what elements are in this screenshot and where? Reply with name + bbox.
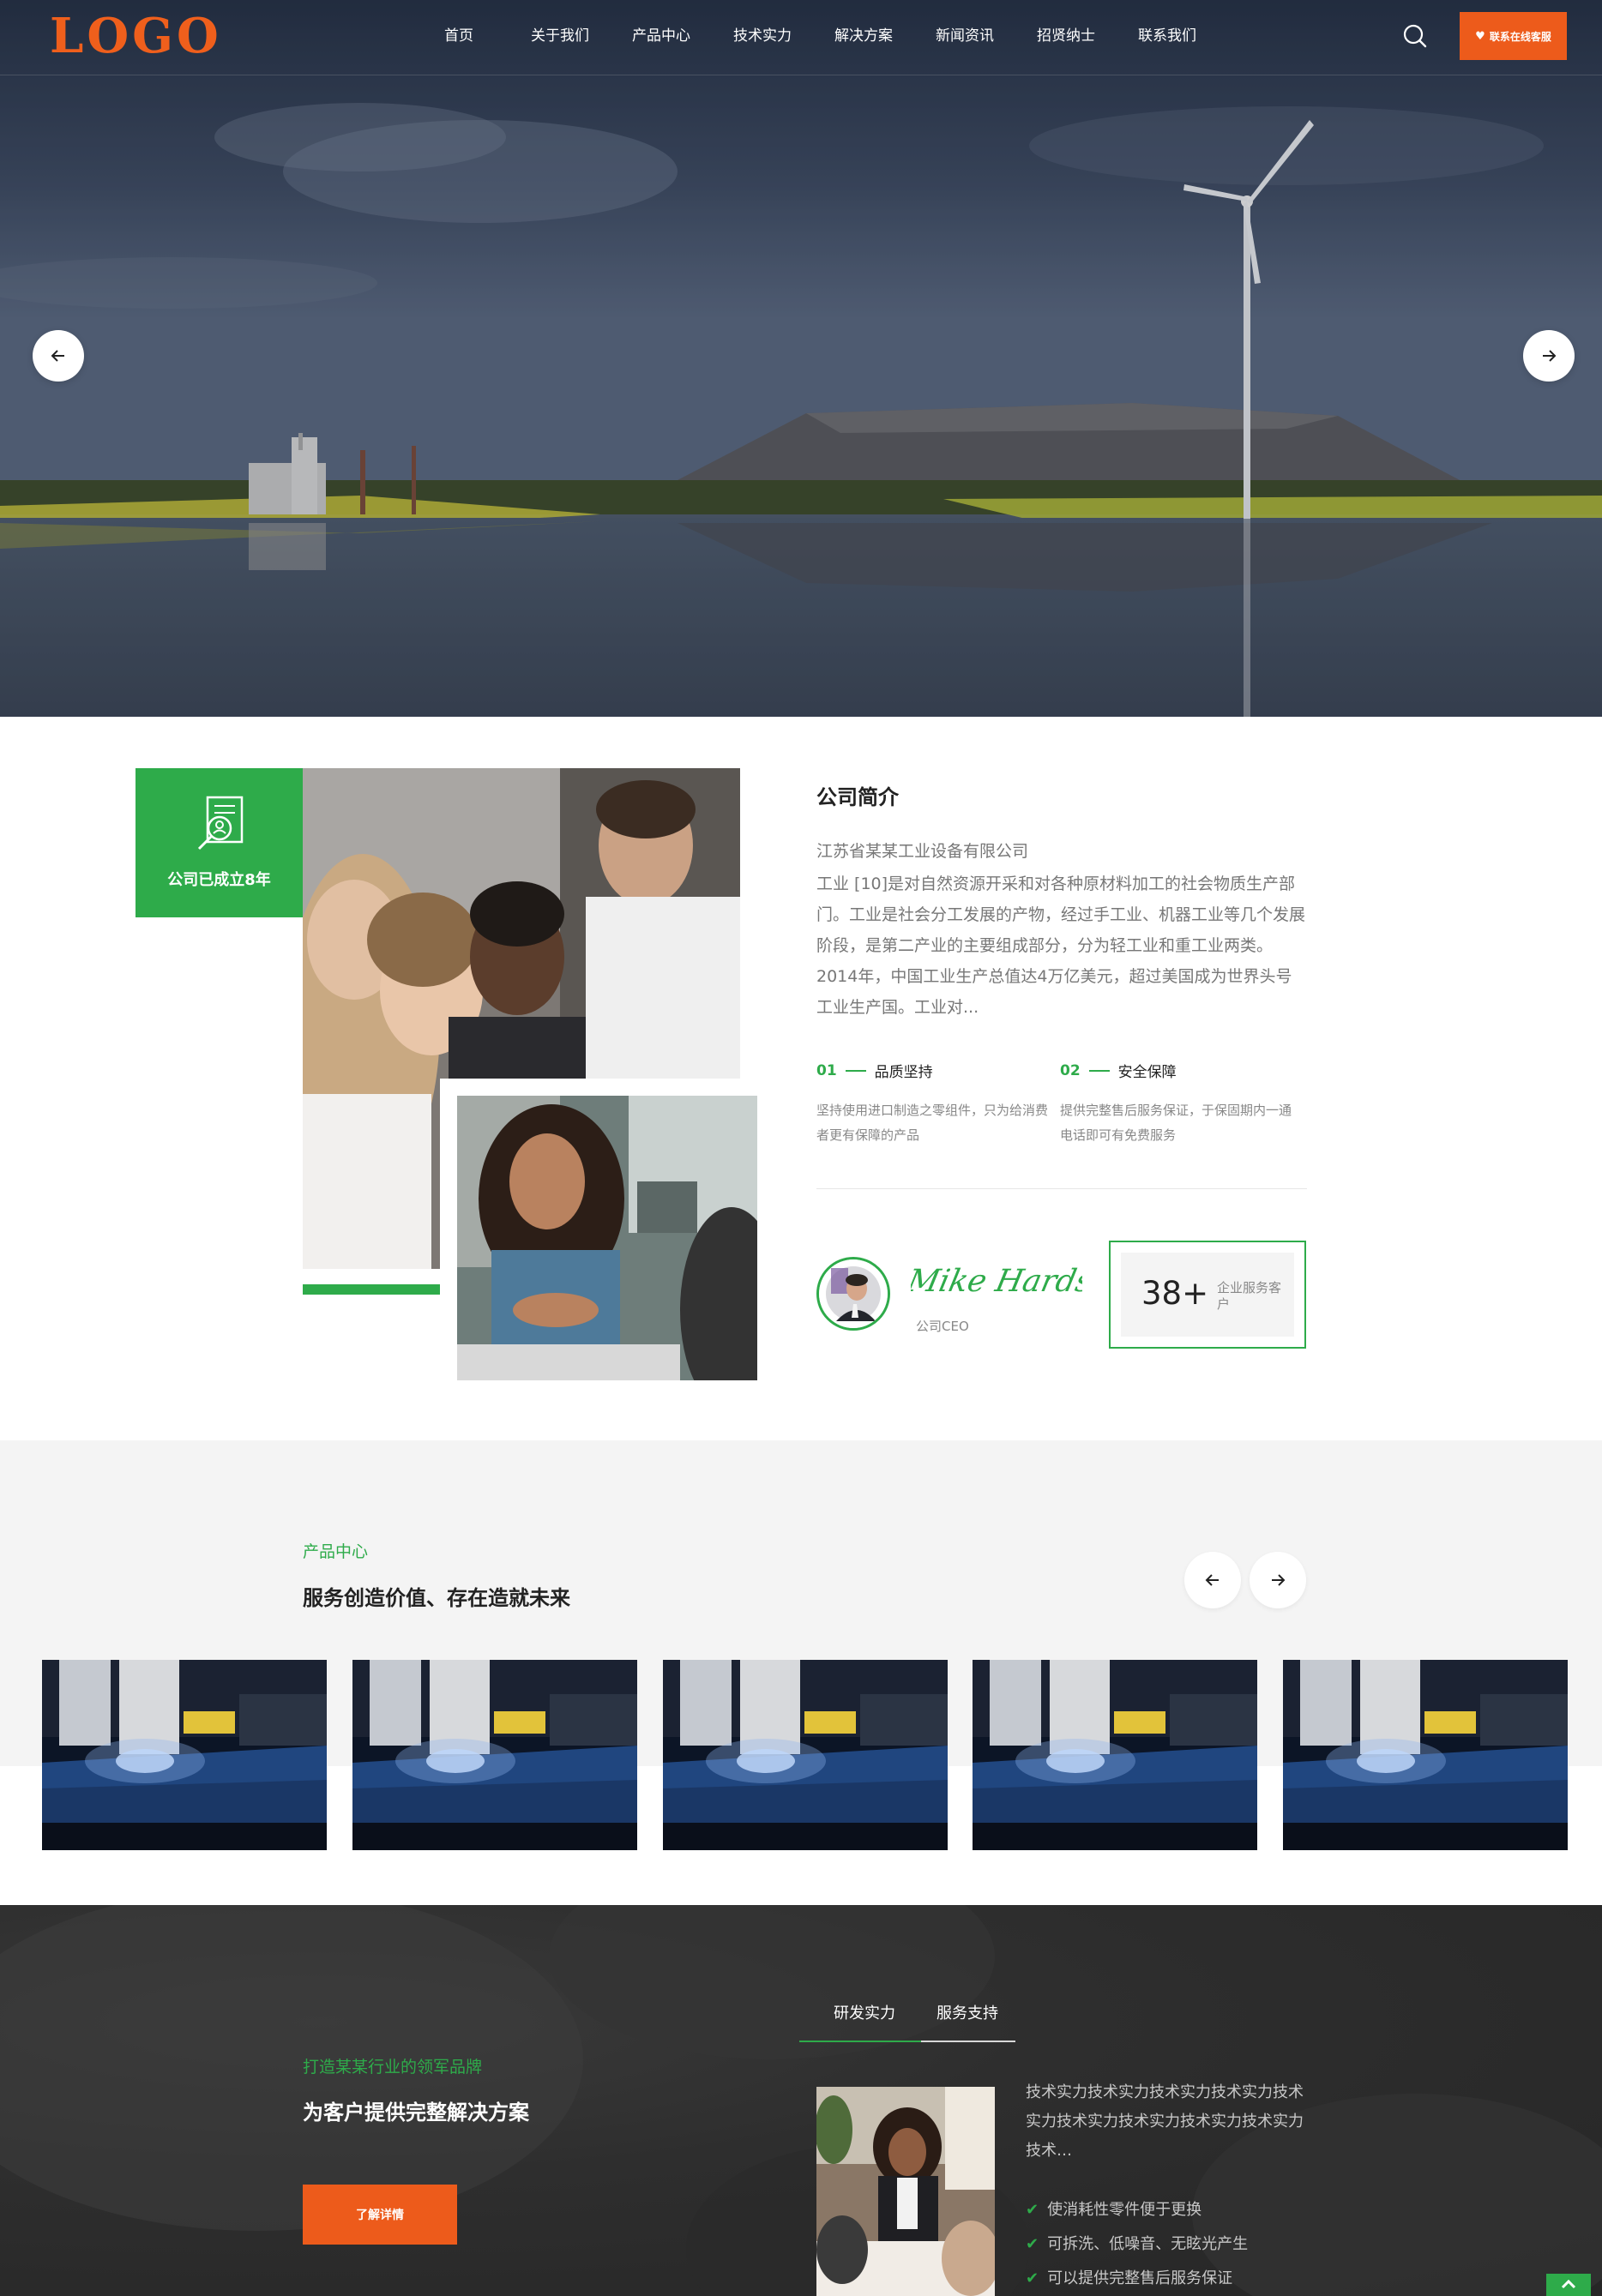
nav-item-about[interactable]: 关于我们 <box>509 21 611 51</box>
product-card[interactable] <box>352 1660 637 1850</box>
about-company-name: 江苏省某某工业设备有限公司 <box>816 842 1029 861</box>
search-button[interactable] <box>1400 21 1430 51</box>
product-card[interactable] <box>973 1660 1257 1850</box>
nav-item-technology[interactable]: 技术实力 <box>712 21 813 51</box>
feature-description: 坚持使用进口制造之零组件，只为给消费者更有保障的产品 <box>816 1103 1049 1143</box>
chevron-up-icon <box>1561 2279 1576 2289</box>
certificate-icon <box>197 796 244 850</box>
client-stat-label: 企业服务客户 <box>1217 1280 1282 1312</box>
nav-item-solutions[interactable]: 解决方案 <box>813 21 914 51</box>
feature-quality: 01 品质坚持 坚持使用进口制造之零组件，只为给消费者更有保障的产品 <box>816 1060 1057 1148</box>
years-badge-text: 公司已成立8年 <box>167 871 271 889</box>
feature-title: 品质坚持 <box>874 1064 933 1081</box>
ceo-avatar <box>816 1257 890 1331</box>
hero-banner <box>0 0 1602 717</box>
list-item: ✔ 可以提供完整售后服务保证 <box>1026 2262 1248 2296</box>
woman-photo <box>457 1096 757 1380</box>
ceo-signature-text: Mike Hardson <box>911 1262 1082 1299</box>
product-card[interactable] <box>1283 1660 1568 1850</box>
solutions-text: 技术实力技术实力技术实力技术实力技术实力技术实力技术实力技术实力技术实力技术… <box>1026 2083 1304 2160</box>
feature-dash <box>845 1069 866 1072</box>
about-title: 公司简介 <box>816 785 899 809</box>
products-next-button[interactable] <box>1250 1552 1306 1608</box>
check-icon: ✔ <box>1026 2235 1039 2253</box>
arrow-right-icon <box>1543 350 1557 362</box>
products-subtitle: 产品中心 <box>303 1542 369 1561</box>
online-service-label: 联系在线客服 <box>1489 30 1551 43</box>
ceo-signature: Mike Hardson <box>911 1262 1082 1299</box>
feature-number: 01 <box>816 1061 837 1079</box>
about-divider <box>816 1188 1307 1189</box>
check-icon: ✔ <box>1026 2269 1039 2287</box>
tab-rd-strength[interactable]: 研发实力 <box>834 2001 895 2023</box>
back-to-top-button[interactable] <box>1546 2274 1591 2296</box>
site-header: LOGO 首页 关于我们 产品中心 技术实力 解决方案 新闻资讯 招贤纳士 联系… <box>0 0 1602 75</box>
client-stat: 38+ 企业服务客户 <box>1109 1241 1306 1349</box>
site-logo[interactable]: LOGO <box>50 9 222 63</box>
hero-next-button[interactable] <box>1523 330 1575 382</box>
product-card[interactable] <box>42 1660 327 1850</box>
list-item-text: 可拆洗、低噪音、无眩光产生 <box>1047 2235 1249 2253</box>
feature-dash <box>1088 1069 1110 1072</box>
nav-item-news[interactable]: 新闻资讯 <box>914 21 1015 51</box>
tab-active-indicator <box>799 2041 921 2042</box>
solutions-photo <box>816 2087 995 2296</box>
arrow-left-icon <box>1205 1574 1219 1586</box>
search-icon <box>1403 24 1427 48</box>
arrow-left-icon <box>51 350 64 362</box>
learn-more-button[interactable]: 了解详情 <box>303 2185 457 2245</box>
online-service-button[interactable]: ♥ 联系在线客服 <box>1460 12 1567 60</box>
about-description: 工业 [10]是对自然资源开采和对各种原材料加工的社会物质生产部门。工业是社会分… <box>816 875 1306 1017</box>
heart-icon: ♥ <box>1475 29 1485 43</box>
main-nav: 首页 关于我们 产品中心 技术实力 解决方案 新闻资讯 招贤纳士 联系我们 <box>408 21 1218 51</box>
hero-overlay <box>0 0 1602 717</box>
products-title: 服务创造价值、存在造就未来 <box>303 1586 570 1610</box>
tab-service-support[interactable]: 服务支持 <box>937 2001 998 2023</box>
feature-title: 安全保障 <box>1117 1064 1177 1081</box>
nav-item-home[interactable]: 首页 <box>408 21 509 51</box>
client-stat-value: 38+ <box>1141 1275 1209 1312</box>
feature-number: 02 <box>1060 1061 1081 1079</box>
nav-item-careers[interactable]: 招贤纳士 <box>1015 21 1117 51</box>
feature-safety: 02 安全保障 提供完整售后服务保证，于保固期内一通电话即可有免费服务 <box>1060 1060 1300 1148</box>
product-card[interactable] <box>663 1660 948 1850</box>
list-item: ✔ 可拆洗、低噪音、无眩光产生 <box>1026 2227 1248 2262</box>
products-prev-button[interactable] <box>1184 1552 1241 1608</box>
list-item-text: 使消耗性零件便于更换 <box>1047 2201 1202 2219</box>
solutions-section <box>0 1905 1602 2296</box>
nav-item-products[interactable]: 产品中心 <box>611 21 712 51</box>
years-badge: 公司已成立8年 <box>136 768 303 917</box>
feature-description: 提供完整售后服务保证，于保固期内一通电话即可有免费服务 <box>1060 1103 1292 1143</box>
check-icon: ✔ <box>1026 2201 1039 2219</box>
solutions-feature-list: ✔ 使消耗性零件便于更换 ✔ 可拆洗、低噪音、无眩光产生 ✔ 可以提供完整售后服务保证 <box>1026 2193 1248 2296</box>
ceo-label: 公司CEO <box>916 1319 969 1334</box>
accent-bar <box>303 1284 440 1295</box>
list-item: ✔ 使消耗性零件便于更换 <box>1026 2193 1248 2227</box>
solutions-subtitle: 打造某某行业的领军品牌 <box>303 2058 483 2077</box>
nav-item-contact[interactable]: 联系我们 <box>1117 21 1218 51</box>
hero-prev-button[interactable] <box>33 330 84 382</box>
solutions-title: 为客户提供完整解决方案 <box>303 2101 529 2125</box>
list-item-text: 可以提供完整售后服务保证 <box>1047 2269 1233 2287</box>
arrow-right-icon <box>1272 1574 1286 1586</box>
tab-underline <box>921 2041 1015 2042</box>
